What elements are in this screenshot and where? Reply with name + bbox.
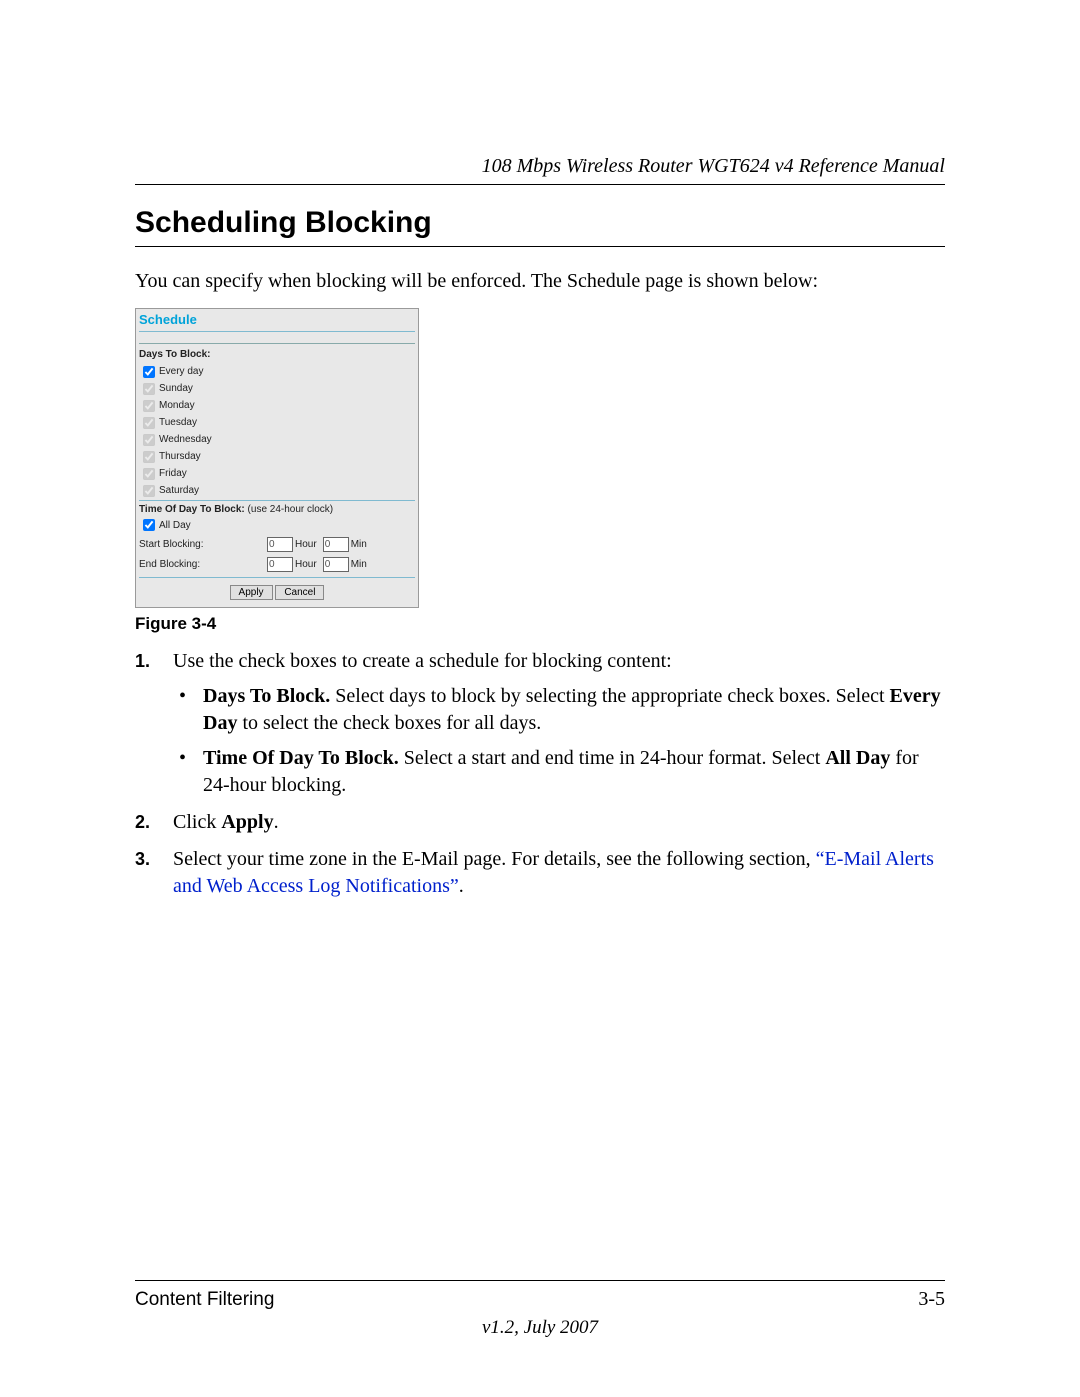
day-label: Every day <box>159 364 203 380</box>
end-hour-input[interactable] <box>267 557 293 572</box>
checkbox-friday[interactable] <box>143 468 155 480</box>
day-label: Saturday <box>159 483 199 499</box>
separator <box>139 577 415 578</box>
list-text: Use the check boxes to create a schedule… <box>173 650 672 672</box>
all-day-row[interactable]: All Day <box>143 519 191 531</box>
section-heading: Scheduling Blocking <box>135 206 432 240</box>
schedule-title: Schedule <box>139 312 197 327</box>
intro-paragraph: You can specify when blocking will be en… <box>135 267 945 295</box>
page: 108 Mbps Wireless Router WGT624 v4 Refer… <box>0 0 1080 1397</box>
end-min-input[interactable] <box>323 557 349 572</box>
end-blocking-row: End Blocking: Hour Min <box>139 555 415 573</box>
button-row: Apply Cancel <box>136 585 418 600</box>
apply-button[interactable]: Apply <box>230 585 273 600</box>
bullet-text-2: to select the check boxes for all days. <box>237 712 541 734</box>
bullet-icon: • <box>179 683 186 710</box>
header-rule <box>135 184 945 185</box>
list-text: Select your time zone in the E-Mail page… <box>173 848 816 870</box>
checkbox-wednesday[interactable] <box>143 434 155 446</box>
day-row-tuesday[interactable]: Tuesday <box>143 415 197 431</box>
start-blocking-label: Start Blocking: <box>139 539 267 550</box>
day-row-everyday[interactable]: Every day <box>143 364 203 380</box>
figure-caption: Figure 3-4 <box>135 614 216 634</box>
bullet-days-to-block: • Days To Block. Select days to block by… <box>173 683 945 737</box>
all-day-label: All Day <box>159 520 191 531</box>
footer-version: v1.2, July 2007 <box>0 1317 1080 1339</box>
checkbox-everyday[interactable] <box>143 366 155 378</box>
unit-min: Min <box>351 539 367 550</box>
separator <box>139 331 415 332</box>
start-min-input[interactable] <box>323 537 349 552</box>
list-text: Click <box>173 811 221 833</box>
unit-hour: Hour <box>295 539 317 550</box>
checkbox-all-day[interactable] <box>143 519 155 531</box>
start-blocking-row: Start Blocking: Hour Min <box>139 535 415 553</box>
day-label: Friday <box>159 466 187 482</box>
unit-min: Min <box>351 559 367 570</box>
list-item-2: 2. Click Apply. <box>135 809 945 836</box>
bullet-bold: Time Of Day To Block. <box>203 747 399 769</box>
days-to-block-label: Days To Block: <box>139 349 211 360</box>
list-number: 3. <box>135 846 150 873</box>
day-label: Monday <box>159 398 195 414</box>
footer-page-number: 3-5 <box>918 1288 945 1311</box>
list-text-end: . <box>274 811 279 833</box>
time-of-day-hint: (use 24-hour clock) <box>248 504 334 515</box>
time-of-day-label: Time Of Day To Block: (use 24-hour clock… <box>139 504 333 515</box>
checkbox-tuesday[interactable] <box>143 417 155 429</box>
checkbox-thursday[interactable] <box>143 451 155 463</box>
doc-title: 108 Mbps Wireless Router WGT624 v4 Refer… <box>482 155 945 178</box>
start-hour-input[interactable] <box>267 537 293 552</box>
day-row-thursday[interactable]: Thursday <box>143 449 201 465</box>
bullet-bold: Days To Block. <box>203 685 330 707</box>
footer-chapter: Content Filtering <box>135 1289 274 1311</box>
bullet-bold-2: All Day <box>825 747 890 769</box>
cancel-button[interactable]: Cancel <box>275 585 324 600</box>
list-number: 2. <box>135 809 150 836</box>
list-item-1: 1. Use the check boxes to create a sched… <box>135 648 945 799</box>
unit-hour: Hour <box>295 559 317 570</box>
bullet-text: Select days to block by selecting the ap… <box>330 685 889 707</box>
list-number: 1. <box>135 648 150 675</box>
separator <box>139 500 415 501</box>
end-blocking-label: End Blocking: <box>139 559 267 570</box>
schedule-panel: Schedule Days To Block: Every day Sunday… <box>135 308 419 608</box>
day-label: Tuesday <box>159 415 197 431</box>
day-row-sunday[interactable]: Sunday <box>143 381 193 397</box>
footer-rule <box>135 1280 945 1281</box>
bullet-icon: • <box>179 745 186 772</box>
checkbox-saturday[interactable] <box>143 485 155 497</box>
day-row-friday[interactable]: Friday <box>143 466 187 482</box>
day-label: Sunday <box>159 381 193 397</box>
list-text-end: . <box>459 875 464 897</box>
day-row-monday[interactable]: Monday <box>143 398 195 414</box>
instruction-list: 1. Use the check boxes to create a sched… <box>135 648 945 910</box>
separator <box>139 343 415 344</box>
list-item-3: 3. Select your time zone in the E-Mail p… <box>135 846 945 900</box>
bullet-time-of-day: • Time Of Day To Block. Select a start a… <box>173 745 945 799</box>
day-row-wednesday[interactable]: Wednesday <box>143 432 212 448</box>
apply-bold: Apply <box>221 811 273 833</box>
day-label: Thursday <box>159 449 201 465</box>
time-of-day-bold: Time Of Day To Block: <box>139 504 245 515</box>
day-row-saturday[interactable]: Saturday <box>143 483 199 499</box>
checkbox-monday[interactable] <box>143 400 155 412</box>
checkbox-sunday[interactable] <box>143 383 155 395</box>
heading-rule <box>135 246 945 247</box>
bullet-text: Select a start and end time in 24-hour f… <box>399 747 826 769</box>
day-label: Wednesday <box>159 432 212 448</box>
